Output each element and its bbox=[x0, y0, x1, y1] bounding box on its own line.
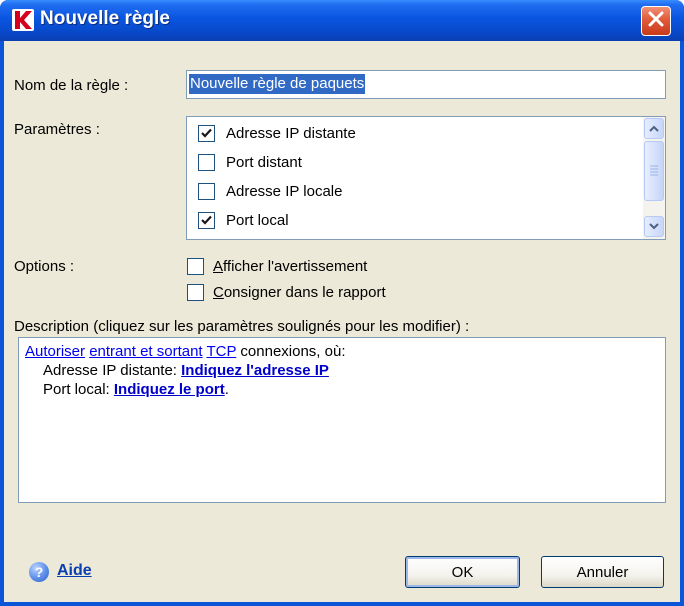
options-label: Options : bbox=[14, 258, 75, 275]
remote-ip-link[interactable]: Indiquez l'adresse IP bbox=[181, 362, 329, 379]
show-warning-label: Afficher l'avertissement bbox=[213, 257, 368, 275]
description-period: . bbox=[224, 381, 229, 398]
kaspersky-k-icon bbox=[12, 9, 34, 31]
parameters-scrollbar[interactable] bbox=[643, 117, 665, 239]
list-item[interactable]: Port distant bbox=[187, 148, 627, 177]
show-warning-option[interactable]: Afficher l'avertissement bbox=[187, 255, 367, 277]
list-item[interactable]: Adresse IP distante bbox=[187, 119, 627, 148]
log-report-label: Consigner dans le rapport bbox=[213, 283, 386, 301]
parameter-checkbox[interactable] bbox=[198, 154, 215, 171]
window-title: Nouvelle règle bbox=[40, 8, 170, 29]
scroll-down-button[interactable] bbox=[644, 216, 664, 237]
list-item[interactable]: Port local bbox=[187, 206, 627, 235]
description-label: Description (cliquez sur les paramètres … bbox=[14, 318, 470, 335]
title-bar[interactable]: Nouvelle règle bbox=[0, 0, 684, 41]
parameter-checkbox[interactable] bbox=[198, 183, 215, 200]
dialog-body: Nom de la règle : Nouvelle règle de paqu… bbox=[4, 41, 680, 602]
help-link[interactable]: Aide bbox=[57, 562, 92, 580]
local-port-link[interactable]: Indiquez le port bbox=[114, 381, 225, 398]
rule-name-value: Nouvelle règle de paquets bbox=[189, 74, 366, 94]
parameter-label: Port distant bbox=[226, 154, 302, 171]
description-suffix: connexions, où: bbox=[240, 343, 346, 360]
cancel-button-label: Annuler bbox=[576, 563, 629, 581]
remote-ip-label: Adresse IP distante: bbox=[43, 362, 177, 379]
ok-button-label: OK bbox=[451, 563, 474, 581]
chevron-up-icon bbox=[649, 125, 659, 132]
show-warning-checkbox[interactable] bbox=[187, 257, 204, 275]
scroll-thumb[interactable] bbox=[644, 141, 664, 201]
close-button[interactable] bbox=[641, 6, 671, 36]
description-line-3: Port local: Indiquez le port. bbox=[25, 380, 659, 399]
parameter-checkbox[interactable] bbox=[198, 212, 215, 229]
close-icon bbox=[648, 11, 664, 32]
checkmark-icon bbox=[201, 128, 212, 138]
list-item[interactable]: Adresse IP locale bbox=[187, 177, 627, 206]
dialog-window: Nouvelle règle Nom de la règle : Nouvell… bbox=[0, 0, 684, 606]
parameters-label: Paramètres : bbox=[14, 121, 100, 138]
direction-link[interactable]: entrant et sortant bbox=[89, 343, 202, 360]
description-line-1: Autoriser entrant et sortant TCP connexi… bbox=[25, 342, 659, 361]
parameter-label: Adresse IP distante bbox=[226, 125, 356, 142]
log-report-option[interactable]: Consigner dans le rapport bbox=[187, 281, 386, 303]
description-line-2: Adresse IP distante: Indiquez l'adresse … bbox=[25, 361, 659, 380]
protocol-link[interactable]: TCP bbox=[207, 343, 237, 360]
parameter-checkbox[interactable] bbox=[198, 125, 215, 142]
local-port-label: Port local: bbox=[43, 381, 110, 398]
checkmark-icon bbox=[201, 215, 212, 225]
rule-name-label: Nom de la règle : bbox=[14, 77, 129, 94]
help-icon[interactable]: ? bbox=[29, 562, 49, 582]
ok-button[interactable]: OK bbox=[405, 556, 520, 588]
parameter-label: Adresse IP locale bbox=[226, 183, 343, 200]
chevron-down-icon bbox=[649, 223, 659, 230]
log-report-checkbox[interactable] bbox=[187, 283, 204, 301]
scroll-up-button[interactable] bbox=[644, 118, 664, 139]
action-link[interactable]: Autoriser bbox=[25, 343, 85, 360]
description-box: Autoriser entrant et sortant TCP connexi… bbox=[18, 337, 666, 503]
rule-name-input[interactable]: Nouvelle règle de paquets bbox=[186, 70, 666, 99]
parameter-label: Port local bbox=[226, 212, 289, 229]
parameters-list[interactable]: Adresse IP distante Port distant Adresse… bbox=[186, 116, 666, 240]
cancel-button[interactable]: Annuler bbox=[541, 556, 664, 588]
grip-icon bbox=[650, 165, 658, 176]
